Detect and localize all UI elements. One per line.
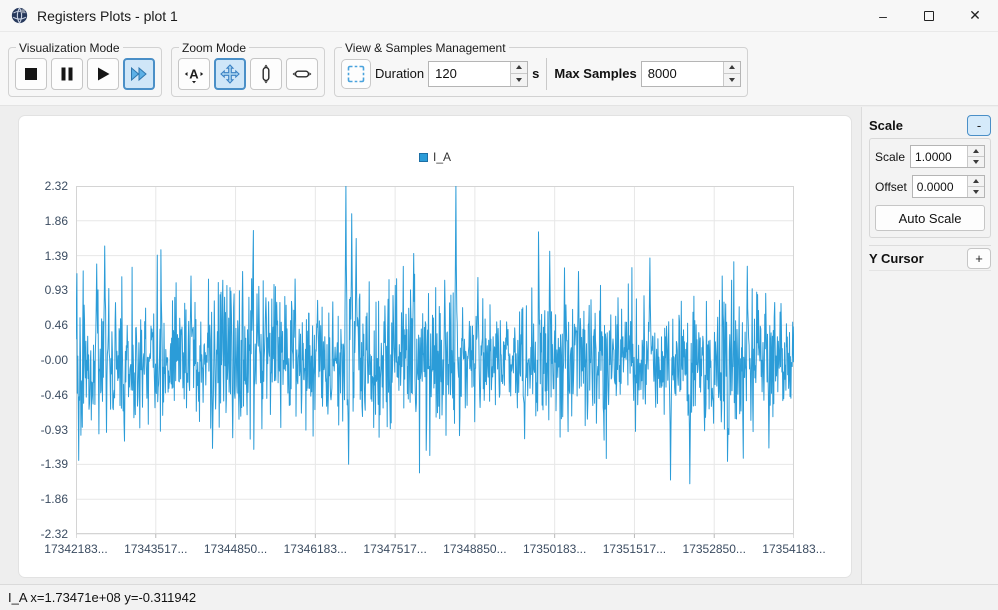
pause-button[interactable] — [51, 57, 83, 90]
scale-spinbox[interactable]: 1.0000 — [910, 145, 985, 168]
y-tick-label: 0.93 — [44, 283, 68, 298]
scale-section-header: Scale - — [869, 112, 991, 138]
chart-area: I_A 2.32 1.86 1.39 0.93 0.46 -0.00 -0.46 -0.93 -… — [0, 107, 861, 584]
status-bar: I_A x=1.73471e+08 y=-0.311942 — [0, 584, 998, 610]
duration-value[interactable]: 120 — [429, 62, 510, 86]
y-tick-label: -0.93 — [40, 422, 68, 437]
window-title: Registers Plots - plot 1 — [37, 7, 178, 24]
x-tick-label: 17354183... — [762, 542, 826, 556]
y-cursor-title: Y Cursor — [869, 250, 924, 266]
fit-view-icon — [347, 65, 365, 82]
scale-section-body: Scale 1.0000 Offset 0.0000 Auto Scale — [869, 138, 991, 238]
duration-spin-down[interactable] — [511, 73, 528, 86]
x-tick-label: 17351517... — [602, 542, 667, 556]
stop-icon — [25, 67, 37, 80]
stop-button[interactable] — [15, 57, 47, 90]
y-tick-label: 1.86 — [44, 213, 68, 228]
legend-swatch-I_A — [418, 153, 428, 162]
y-tick-label: -1.39 — [40, 457, 68, 472]
auto-scale-button[interactable]: Auto Scale — [875, 205, 985, 231]
x-tick-label: 17344850... — [203, 542, 268, 556]
close-button[interactable]: ✕ — [952, 0, 998, 31]
legend-label: I_A — [432, 150, 451, 164]
group-title: Zoom Mode — [182, 40, 247, 55]
duration-spin-up[interactable] — [511, 61, 528, 73]
plot-canvas[interactable] — [76, 186, 794, 542]
y-tick-label: -0.00 — [40, 353, 68, 367]
pan-move-icon — [220, 63, 240, 84]
scale-spin-up[interactable] — [968, 146, 984, 156]
pan-mode-button[interactable] — [214, 57, 246, 90]
zoom-horizontal-button[interactable] — [286, 57, 318, 90]
max-samples-value[interactable]: 8000 — [642, 62, 723, 86]
minimize-button[interactable]: – — [860, 0, 906, 31]
chart-panel: I_A 2.32 1.86 1.39 0.93 0.46 -0.00 -0.46 -0.93 -… — [18, 115, 852, 578]
scale-section-title: Scale — [869, 117, 903, 133]
fit-view-button[interactable] — [341, 58, 371, 89]
play-button[interactable] — [87, 57, 119, 90]
app-icon — [11, 7, 28, 24]
y-cursor-section-header: Y Cursor + — [869, 245, 991, 271]
y-tick-label: 2.32 — [44, 179, 68, 193]
horizontal-zoom-icon — [292, 69, 312, 77]
title-bar[interactable]: Registers Plots - plot 1 – ✕ — [0, 0, 998, 32]
scale-spin-down[interactable] — [968, 156, 984, 167]
chart-legend[interactable]: I_A — [76, 150, 794, 164]
x-tick-label: 17347517... — [363, 542, 427, 556]
zoom-auto-fit-button[interactable]: A — [178, 57, 210, 90]
zoom-vertical-button[interactable] — [250, 57, 282, 90]
cursor-readout: I_A x=1.73471e+08 y=-0.311942 — [8, 590, 197, 605]
x-tick-label: 17350183... — [522, 542, 587, 556]
group-visualization-mode: Visualization Mode — [8, 40, 162, 97]
y-tick-label: -0.46 — [40, 387, 68, 402]
offset-label: Offset — [875, 179, 907, 194]
offset-spin-up[interactable] — [968, 176, 984, 186]
toolbar-separator — [546, 57, 548, 90]
maximize-button[interactable] — [906, 0, 952, 31]
scale-label: Scale — [875, 149, 906, 164]
y-tick-label: 0.46 — [44, 318, 68, 333]
fast-forward-button[interactable] — [123, 57, 155, 90]
main-area: I_A 2.32 1.86 1.39 0.93 0.46 -0.00 -0.46 -0.93 -… — [0, 107, 998, 584]
x-tick-label: 17346183... — [283, 542, 348, 556]
group-title: Visualization Mode — [19, 40, 120, 55]
x-tick-label: 17342183... — [44, 542, 108, 556]
y-tick-label: -1.86 — [40, 492, 68, 507]
max-samples-spin-down[interactable] — [723, 73, 740, 86]
right-sidebar: Scale - Scale 1.0000 Offset 0.0000 Auto … — [861, 107, 998, 584]
offset-spinbox[interactable]: 0.0000 — [911, 175, 985, 198]
duration-label: Duration — [375, 66, 425, 81]
duration-unit-label: s — [532, 66, 540, 81]
offset-value[interactable]: 0.0000 — [913, 176, 967, 197]
offset-spin-down[interactable] — [968, 186, 984, 197]
max-samples-label: Max Samples — [554, 66, 637, 81]
scale-value[interactable]: 1.0000 — [911, 146, 967, 167]
fast-forward-icon — [131, 66, 147, 81]
x-tick-label: 17352850... — [682, 542, 746, 556]
pause-icon — [61, 67, 73, 80]
group-title: View & Samples Management — [345, 40, 506, 55]
vertical-zoom-icon — [262, 64, 270, 83]
play-icon — [98, 67, 110, 80]
svg-text:A: A — [189, 66, 199, 81]
maximize-icon — [924, 10, 934, 21]
max-samples-spin-up[interactable] — [723, 61, 740, 73]
window-controls: – ✕ — [860, 0, 998, 31]
group-zoom-mode: Zoom Mode A — [171, 40, 325, 97]
duration-spinbox[interactable]: 120 — [428, 60, 529, 87]
group-view-samples: View & Samples Management Duration 120 s… — [334, 40, 748, 97]
y-tick-label: -2.32 — [40, 527, 68, 541]
max-samples-spinbox[interactable]: 8000 — [640, 60, 741, 87]
auto-fit-icon: A — [184, 66, 204, 83]
scale-collapse-button[interactable]: - — [967, 114, 991, 136]
max-samples-spin-arrows — [722, 61, 740, 86]
x-tick-label: 17343517... — [124, 542, 188, 556]
toolbar: Visualization Mode Zoom Mode A View & Sa… — [0, 32, 998, 106]
series-I_A — [76, 186, 794, 485]
duration-spin-arrows — [510, 61, 528, 86]
y-tick-label: 1.39 — [44, 248, 68, 263]
x-tick-label: 17348850... — [443, 542, 507, 556]
y-cursor-expand-button[interactable]: + — [967, 247, 991, 269]
